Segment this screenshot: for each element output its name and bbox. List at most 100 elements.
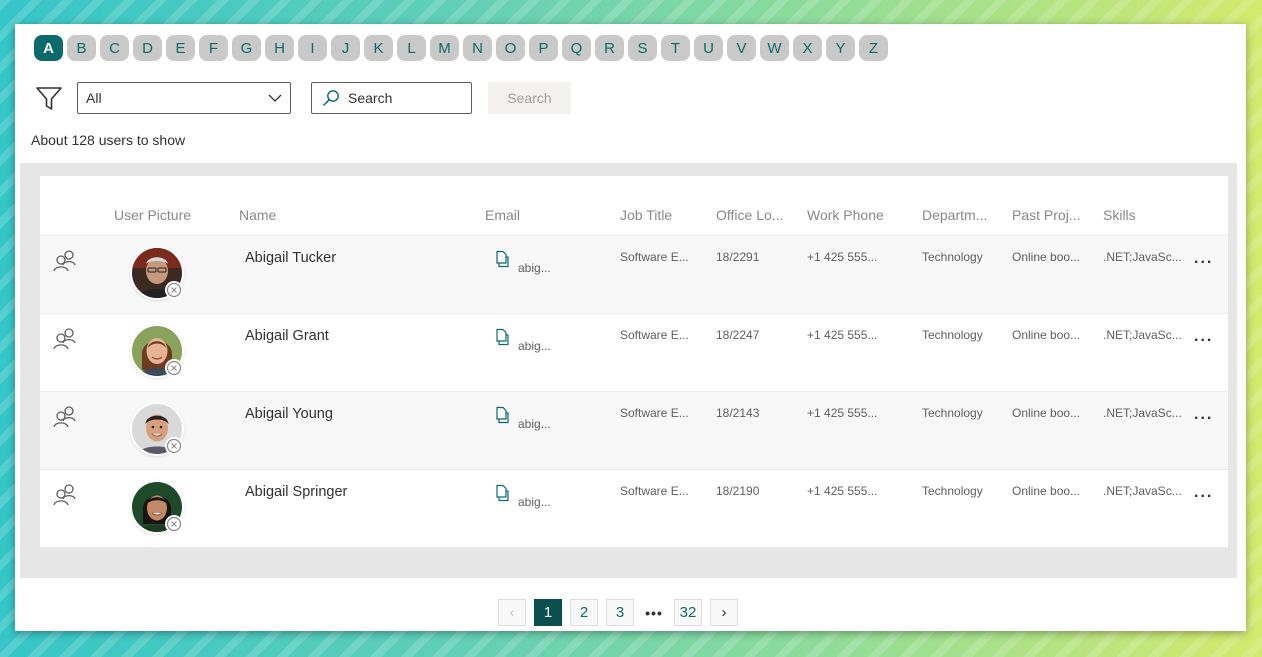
user-department: Technology	[922, 250, 983, 264]
presence-offline-icon	[166, 282, 182, 298]
header-skills[interactable]: Skills	[1103, 207, 1136, 223]
letter-k[interactable]: K	[364, 35, 393, 61]
table-header: User Picture Name Email Job Title Office…	[40, 176, 1228, 236]
people-icon[interactable]	[52, 404, 78, 430]
search-box[interactable]	[311, 82, 472, 114]
user-past-projects: Online boo...	[1012, 484, 1081, 498]
header-past-projects[interactable]: Past Proj...	[1012, 207, 1080, 223]
pagination-page-2[interactable]: 2	[570, 599, 598, 626]
letter-l[interactable]: L	[397, 35, 426, 61]
letter-q[interactable]: Q	[562, 35, 591, 61]
more-icon[interactable]: ...	[1194, 250, 1213, 268]
user-name[interactable]: Abigail Tucker	[245, 250, 336, 266]
presence-offline-icon	[166, 360, 182, 376]
filter-icon[interactable]	[35, 84, 63, 112]
header-office-location[interactable]: Office Lo...	[716, 207, 783, 223]
letter-z[interactable]: Z	[859, 35, 888, 61]
table-row[interactable]: Abigail Grant abig... Software E... 18/2…	[40, 314, 1228, 392]
pagination-prev-button[interactable]: ‹	[498, 599, 526, 626]
header-user-picture[interactable]: User Picture	[114, 207, 191, 223]
user-work-phone: +1 425 555...	[807, 250, 878, 264]
user-past-projects: Online boo...	[1012, 406, 1081, 420]
letter-m[interactable]: M	[430, 35, 459, 61]
user-office-location: 18/2190	[716, 484, 760, 498]
letter-n[interactable]: N	[463, 35, 492, 61]
user-office-location: 18/2247	[716, 328, 760, 342]
user-department: Technology	[922, 406, 983, 420]
letter-i[interactable]: I	[298, 35, 327, 61]
search-button[interactable]: Search	[488, 82, 571, 114]
user-department: Technology	[922, 484, 983, 498]
letter-y[interactable]: Y	[826, 35, 855, 61]
letter-v[interactable]: V	[727, 35, 756, 61]
header-work-phone[interactable]: Work Phone	[807, 207, 884, 223]
user-work-phone: +1 425 555...	[807, 484, 878, 498]
table-row[interactable]: Abigail Springer abig... Software E... 1…	[40, 470, 1228, 548]
pagination-page-1[interactable]: 1	[534, 599, 562, 626]
letter-h[interactable]: H	[265, 35, 294, 61]
user-name[interactable]: Abigail Young	[245, 406, 333, 422]
letter-x[interactable]: X	[793, 35, 822, 61]
letter-p[interactable]: P	[529, 35, 558, 61]
presence-offline-icon	[166, 516, 182, 532]
user-skills: .NET;JavaSc...	[1103, 484, 1182, 498]
letter-g[interactable]: G	[232, 35, 261, 61]
more-icon[interactable]: ...	[1194, 484, 1213, 502]
user-count-label: About 128 users to show	[31, 132, 186, 148]
user-name[interactable]: Abigail Grant	[245, 328, 329, 344]
people-icon[interactable]	[52, 482, 78, 508]
copy-icon[interactable]	[493, 484, 511, 502]
user-job-title: Software E...	[620, 328, 689, 342]
pagination-page-3[interactable]: 3	[606, 599, 634, 626]
user-office-location: 18/2291	[716, 250, 760, 264]
letter-r[interactable]: R	[595, 35, 624, 61]
alphabet-filter-bar: ABCDEFGHIJKLMNOPQRSTUVWXYZ	[34, 35, 888, 61]
header-name[interactable]: Name	[239, 207, 276, 223]
chevron-down-icon	[268, 94, 282, 102]
letter-b[interactable]: B	[67, 35, 96, 61]
user-email[interactable]: abig...	[518, 339, 551, 353]
header-job-title[interactable]: Job Title	[620, 207, 672, 223]
user-work-phone: +1 425 555...	[807, 406, 878, 420]
table-row[interactable]: Abigail Tucker abig... Software E... 18/…	[40, 236, 1228, 314]
copy-icon[interactable]	[493, 406, 511, 424]
letter-u[interactable]: U	[694, 35, 723, 61]
user-email[interactable]: abig...	[518, 261, 551, 275]
copy-icon[interactable]	[493, 250, 511, 268]
people-icon[interactable]	[52, 248, 78, 274]
user-work-phone: +1 425 555...	[807, 328, 878, 342]
more-icon[interactable]: ...	[1194, 406, 1213, 424]
letter-s[interactable]: S	[628, 35, 657, 61]
letter-t[interactable]: T	[661, 35, 690, 61]
user-office-location: 18/2143	[716, 406, 760, 420]
letter-f[interactable]: F	[199, 35, 228, 61]
user-skills: .NET;JavaSc...	[1103, 250, 1182, 264]
copy-icon[interactable]	[493, 328, 511, 346]
search-input[interactable]	[348, 90, 458, 106]
pagination-next-button[interactable]: ›	[710, 599, 738, 626]
table-row[interactable]: Abigail Young abig... Software E... 18/2…	[40, 392, 1228, 470]
grid-container: User Picture Name Email Job Title Office…	[20, 163, 1237, 578]
letter-o[interactable]: O	[496, 35, 525, 61]
user-past-projects: Online boo...	[1012, 328, 1081, 342]
more-icon[interactable]: ...	[1194, 328, 1213, 346]
dropdown-value: All	[86, 90, 102, 106]
user-email[interactable]: abig...	[518, 495, 551, 509]
letter-a[interactable]: A	[34, 35, 63, 61]
user-name[interactable]: Abigail Springer	[245, 484, 347, 500]
letter-d[interactable]: D	[133, 35, 162, 61]
people-icon[interactable]	[52, 326, 78, 352]
user-skills: .NET;JavaSc...	[1103, 406, 1182, 420]
letter-w[interactable]: W	[760, 35, 789, 61]
user-past-projects: Online boo...	[1012, 250, 1081, 264]
filter-dropdown[interactable]: All	[77, 82, 291, 114]
letter-j[interactable]: J	[331, 35, 360, 61]
pagination: ‹ 1 2 3 ••• 32 ›	[498, 599, 738, 626]
pagination-ellipsis: •••	[645, 604, 663, 621]
letter-c[interactable]: C	[100, 35, 129, 61]
header-department[interactable]: Departm...	[922, 207, 987, 223]
header-email[interactable]: Email	[485, 207, 520, 223]
letter-e[interactable]: E	[166, 35, 195, 61]
pagination-page-last[interactable]: 32	[674, 599, 702, 626]
user-email[interactable]: abig...	[518, 417, 551, 431]
